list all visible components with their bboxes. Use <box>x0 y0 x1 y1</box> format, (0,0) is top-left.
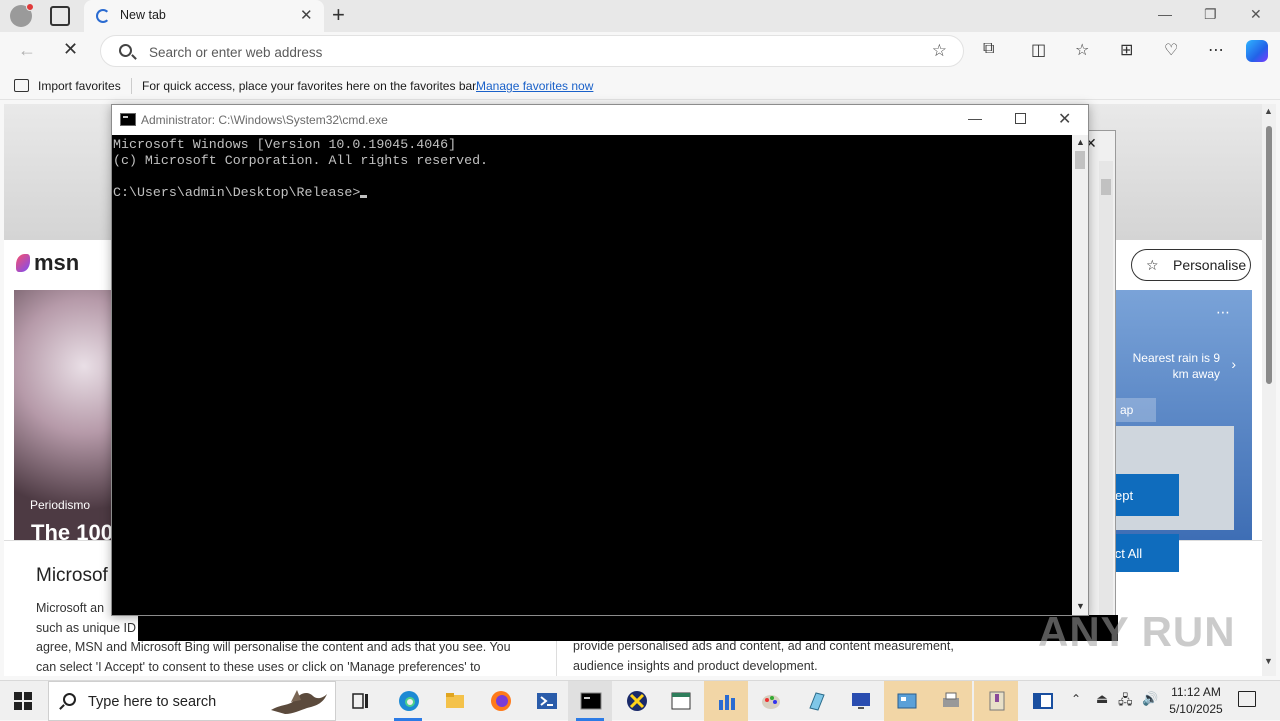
import-icon <box>14 79 29 92</box>
extensions-icon[interactable]: ⧉ <box>983 40 994 58</box>
task-view-icon[interactable] <box>338 681 382 721</box>
tab-new-tab[interactable]: New tab ✕ <box>84 0 324 32</box>
split-screen-icon[interactable]: ◫ <box>1031 40 1046 60</box>
star-icon: ☆ <box>1146 257 1159 273</box>
scrollbar-thumb[interactable] <box>1266 126 1272 384</box>
copilot-icon[interactable] <box>1246 40 1268 62</box>
divider <box>131 78 132 94</box>
cmd-app-icon <box>120 113 136 126</box>
profile-avatar-icon[interactable] <box>10 3 34 27</box>
volume-icon[interactable]: 🔊 <box>1142 691 1158 707</box>
browser-essentials-icon[interactable]: ♡ <box>1164 40 1178 60</box>
new-tab-button[interactable]: + <box>332 2 345 28</box>
notification-dot-icon <box>26 3 34 11</box>
weather-rain-text: Nearest rain is 9 km away <box>1132 351 1220 381</box>
back-icon[interactable]: ← <box>18 40 36 61</box>
app-monitor-icon[interactable] <box>838 681 882 721</box>
console-output[interactable]: Microsoft Windows [Version 10.0.19045.40… <box>112 135 1072 615</box>
close-icon[interactable]: ✕ <box>1058 109 1071 129</box>
cmd-titlebar[interactable]: Administrator: C:\Windows\System32\cmd.e… <box>112 105 1088 135</box>
maximize-icon[interactable] <box>1015 113 1026 124</box>
tab-actions-icon[interactable] <box>50 6 70 26</box>
console-prompt-line: C:\Users\admin\Desktop\Release> <box>113 185 1072 201</box>
firefox-icon[interactable] <box>478 681 522 721</box>
favorites-bar: Import favorites For quick access, place… <box>0 72 1280 100</box>
scroll-up-icon[interactable]: ▲ <box>1076 137 1085 147</box>
weather-map-button[interactable]: ap <box>1116 398 1156 422</box>
app-archive-icon[interactable] <box>974 681 1018 721</box>
app-chart-icon[interactable] <box>704 681 748 721</box>
app-control-icon[interactable] <box>884 681 928 721</box>
usb-icon[interactable]: ⏏ <box>1096 691 1108 707</box>
favorites-message: For quick access, place your favorites h… <box>142 79 479 93</box>
restore-icon[interactable]: ❐ <box>1204 6 1217 23</box>
console-line: (c) Microsoft Corporation. All rights re… <box>113 153 489 168</box>
address-bar[interactable]: ☆ <box>100 35 964 67</box>
taskbar-search-text: Type here to search <box>88 694 217 710</box>
clock-time: 11:12 AM <box>1171 685 1221 699</box>
favorites-icon[interactable]: ☆ <box>1075 40 1089 60</box>
collections-icon[interactable]: ⊞ <box>1120 40 1133 60</box>
scroll-down-icon[interactable]: ▼ <box>1264 656 1273 666</box>
app-printer-icon[interactable] <box>928 681 972 721</box>
import-favorites-button[interactable]: Import favorites <box>38 79 121 93</box>
network-icon[interactable]: 🖧 <box>1118 691 1133 713</box>
anyrun-watermark: ANY RUN <box>1038 608 1236 655</box>
powershell-icon[interactable] <box>524 681 568 721</box>
windows-start-icon[interactable] <box>14 692 32 710</box>
app-active-window-icon[interactable] <box>1020 681 1064 721</box>
manage-favorites-link[interactable]: Manage favorites now <box>476 79 593 93</box>
taskbar-clock[interactable]: 11:12 AM 5/10/2025 <box>1166 684 1226 718</box>
search-highlight-icon <box>271 690 327 714</box>
loading-icon <box>96 9 110 23</box>
background-scrollbar[interactable] <box>1099 161 1113 637</box>
minimize-icon[interactable]: — <box>1158 6 1172 22</box>
stop-icon[interactable]: ✕ <box>63 39 78 60</box>
app-window-icon[interactable] <box>658 681 702 721</box>
notification-center-icon[interactable] <box>1238 691 1256 707</box>
taskbar-search-box[interactable]: Type here to search <box>48 681 336 721</box>
feed-source: Periodismo <box>30 498 91 512</box>
tab-close-icon[interactable]: ✕ <box>300 6 313 24</box>
favorite-star-icon[interactable]: ☆ <box>932 41 947 61</box>
app-notepad-icon[interactable] <box>794 681 838 721</box>
scroll-up-icon[interactable]: ▲ <box>1264 106 1273 116</box>
msn-butterfly-icon <box>16 254 30 272</box>
page-scrollbar[interactable]: ▲ ▼ <box>1262 104 1276 676</box>
console-cursor <box>360 195 368 198</box>
minimize-icon[interactable]: — <box>968 110 982 126</box>
tab-title: New tab <box>120 8 166 22</box>
weather-more-icon[interactable]: ⋯ <box>1216 304 1230 321</box>
chevron-right-icon[interactable]: › <box>1231 356 1236 372</box>
address-input[interactable] <box>149 42 909 62</box>
clock-date: 5/10/2025 <box>1169 702 1223 716</box>
taskbar: Type here to search ⌃ ⏏ 🖧 🔊 11:12 AM 5/1… <box>0 680 1280 721</box>
cmd-title: Administrator: C:\Windows\System32\cmd.e… <box>141 113 388 127</box>
more-menu-icon[interactable]: ⋯ <box>1208 40 1224 60</box>
console-prompt: C:\Users\admin\Desktop\Release> <box>113 185 361 200</box>
browser-tab-strip: New tab ✕ + — ❐ ✕ <box>0 0 1280 32</box>
search-icon <box>119 44 132 57</box>
scrollbar-thumb[interactable] <box>1075 151 1085 169</box>
app-paint-icon[interactable] <box>748 681 792 721</box>
cmd-scrollbar[interactable]: ▲ ▼ <box>1072 135 1088 615</box>
cmd-window[interactable]: Administrator: C:\Windows\System32\cmd.e… <box>111 104 1089 616</box>
console-line: Microsoft Windows [Version 10.0.19045.40… <box>113 137 457 152</box>
close-icon[interactable]: ✕ <box>1250 6 1262 23</box>
cmd-taskbar-icon[interactable] <box>568 681 612 721</box>
personalise-button[interactable]: ☆ Personalise <box>1131 249 1251 281</box>
consent-heading: Microsof <box>36 565 108 586</box>
background-console-strip <box>138 615 1118 641</box>
consent-text-right: provide personalised ads and content, ad… <box>573 639 954 673</box>
scrollbar-thumb[interactable] <box>1101 179 1111 195</box>
app-x-icon[interactable] <box>614 681 658 721</box>
search-icon <box>63 693 76 706</box>
chevron-up-icon[interactable]: ⌃ <box>1071 692 1081 706</box>
msn-logo[interactable]: msn <box>16 250 79 276</box>
edge-icon[interactable] <box>386 681 430 721</box>
file-explorer-icon[interactable] <box>432 681 476 721</box>
